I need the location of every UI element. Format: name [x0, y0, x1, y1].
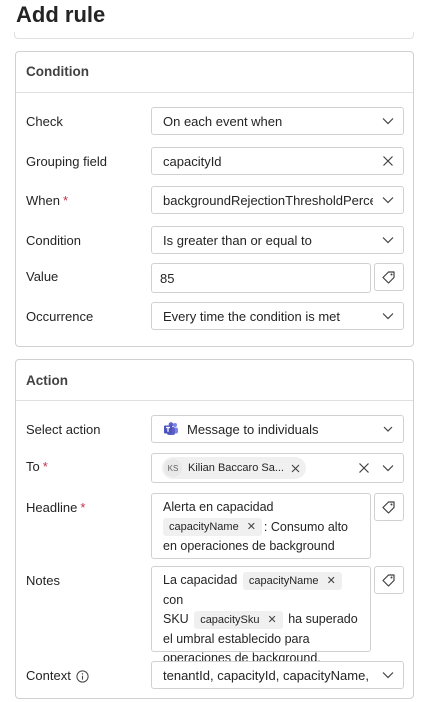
to-label: To * [26, 459, 48, 475]
remove-chip-icon[interactable]: ✕ [268, 611, 277, 629]
chevron-down-icon [373, 303, 403, 329]
page-title: Add rule [16, 2, 106, 27]
action-divider [16, 400, 413, 401]
action-panel: Action Select action Message to individu… [15, 359, 414, 699]
grouping-field-select[interactable]: capacityId [151, 147, 404, 175]
remove-chip-icon[interactable]: ✕ [327, 572, 336, 590]
headline-text: : Consumo alto [263, 519, 348, 534]
dynamic-field-chip[interactable]: capacitySku ✕ [194, 610, 283, 629]
notes-text: ha superado [288, 612, 358, 626]
notes-tag-button[interactable] [374, 566, 404, 594]
action-section-title: Action [26, 373, 68, 388]
when-label: When * [26, 193, 68, 209]
previous-section-edge [14, 32, 414, 39]
occurrence-value: Every time the condition is met [163, 308, 341, 324]
notes-line-3: el umbral establecido para [163, 630, 364, 650]
tag-icon [381, 499, 397, 515]
required-marker: * [62, 193, 69, 208]
required-marker: * [42, 459, 48, 474]
chip-label: capacityName [169, 521, 239, 534]
when-value: backgroundRejectionThresholdPercen [163, 192, 373, 208]
chip-label: capacityName [248, 574, 319, 587]
condition-value: Is greater than or equal to [163, 232, 312, 248]
headline-text: en operaciones de background [163, 539, 335, 553]
value-tag-button[interactable] [374, 263, 404, 291]
dynamic-field-chip[interactable]: capacityName ✕ [242, 571, 342, 590]
headline-editor[interactable]: Alerta en capacidad capacityName ✕ : Consu… [151, 493, 371, 559]
tag-icon [381, 269, 397, 285]
select-action-label: Select action [26, 422, 101, 437]
headline-line-2: capacityName ✕ : Consumo alto [163, 518, 364, 538]
check-label: Check [26, 114, 63, 129]
recipient-name: Kilian Baccaro Sa... [188, 462, 284, 474]
headline-line-1: Alerta en capacidad [163, 498, 364, 518]
avatar: KS [164, 459, 182, 477]
occurrence-label: Occurrence [26, 309, 94, 324]
check-value: On each event when [163, 113, 283, 129]
headline-label-text: Headline [26, 500, 78, 515]
dismiss-icon[interactable] [373, 148, 403, 174]
headline-text: Alerta en capacidad [163, 500, 274, 514]
when-dropdown[interactable]: backgroundRejectionThresholdPercen [151, 186, 404, 214]
select-action-value: Message to individuals [187, 421, 319, 437]
context-dropdown[interactable]: tenantId, capacityId, capacityName, ca [151, 661, 404, 689]
chevron-down-icon[interactable] [373, 454, 403, 482]
teams-icon [164, 422, 178, 435]
condition-panel: Condition Check On each event when Group… [15, 51, 414, 347]
grouping-field-value: capacityId [163, 153, 222, 169]
condition-dropdown[interactable]: Is greater than or equal to [151, 226, 404, 254]
chevron-down-icon [373, 662, 403, 688]
chevron-down-icon [373, 227, 403, 253]
value-text: 85 [160, 270, 175, 286]
notes-text: SKU [163, 612, 189, 626]
clear-recipients-icon[interactable] [355, 462, 373, 474]
to-people-picker[interactable]: KS Kilian Baccaro Sa... [151, 453, 404, 483]
notes-line-1: La capacidad capacityName ✕ con [163, 571, 364, 610]
headline-tag-button[interactable] [374, 493, 404, 521]
occurrence-dropdown[interactable]: Every time the condition is met [151, 302, 404, 330]
condition-divider [16, 92, 413, 93]
recipient-persona[interactable]: KS Kilian Baccaro Sa... [162, 457, 306, 479]
dynamic-field-chip[interactable]: capacityName ✕ [163, 518, 262, 537]
notes-text: con [163, 592, 184, 607]
tag-icon [381, 572, 397, 588]
notes-editor[interactable]: La capacidad capacityName ✕ con SKU capac… [151, 566, 371, 665]
remove-chip-icon[interactable]: ✕ [247, 518, 256, 536]
notes-label: Notes [26, 573, 60, 588]
required-marker: * [80, 500, 86, 515]
headline-line-3: en operaciones de background [163, 537, 364, 557]
value-input[interactable]: 85 [151, 263, 371, 293]
when-label-text: When [26, 193, 60, 208]
notes-text: La capacidad [163, 573, 238, 587]
remove-recipient-icon[interactable] [291, 464, 300, 473]
select-action-dropdown[interactable]: Message to individuals [151, 415, 404, 443]
context-label-text: Context [26, 668, 71, 683]
chip-label: capacitySku [200, 613, 260, 626]
grouping-field-label: Grouping field [26, 154, 107, 169]
to-label-text: To [26, 459, 40, 474]
chevron-down-icon [373, 416, 403, 442]
chevron-down-icon [373, 108, 403, 134]
context-label: Context [26, 668, 89, 684]
chevron-down-icon [373, 187, 403, 213]
condition-section-title: Condition [26, 64, 89, 79]
headline-label: Headline * [26, 500, 85, 516]
check-dropdown[interactable]: On each event when [151, 107, 404, 135]
info-icon[interactable] [76, 669, 89, 683]
notes-text: el umbral establecido para [163, 631, 310, 646]
context-value: tenantId, capacityId, capacityName, ca [163, 667, 373, 683]
notes-line-2: SKU capacitySku ✕ ha superado [163, 610, 364, 630]
condition-label: Condition [26, 233, 81, 248]
value-label: Value [26, 269, 59, 284]
